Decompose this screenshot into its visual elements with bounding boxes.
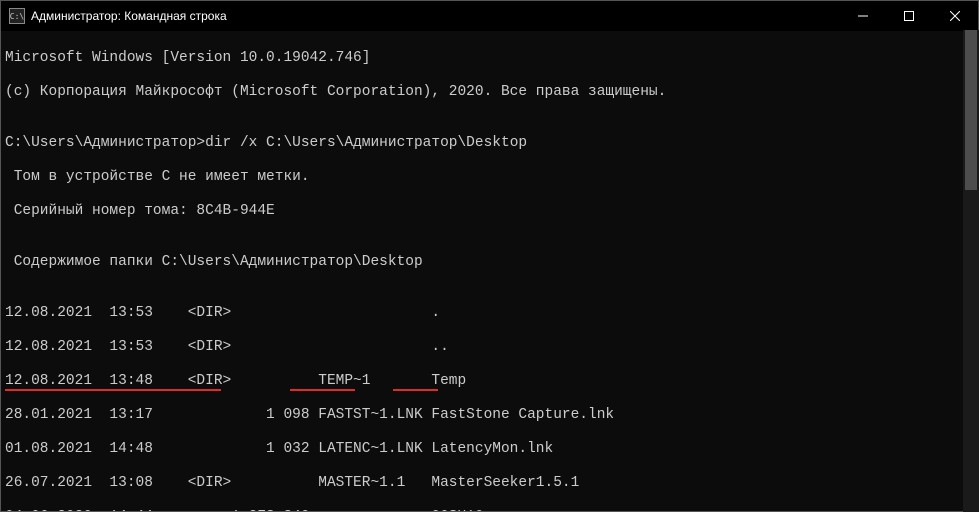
dir-row: 28.01.2021 13:17 1 098 FASTST~1.LNK Fast…	[5, 407, 974, 424]
dir-row: 01.08.2021 14:48 1 032 LATENC~1.LNK Late…	[5, 441, 974, 458]
vertical-scrollbar[interactable]	[963, 30, 979, 512]
dir-row: 26.07.2021 13:08 <DIR> MASTER~1.1 Master…	[5, 475, 974, 492]
volume-label-line: Том в устройстве C не имеет метки.	[5, 169, 974, 186]
titlebar[interactable]: C:\ Администратор: Командная строка	[1, 1, 978, 31]
minimize-icon	[858, 11, 868, 21]
maximize-button[interactable]	[886, 1, 932, 31]
directory-of-line: Содержимое папки C:\Users\Администратор\…	[5, 254, 974, 271]
dir-row: 12.08.2021 13:53 <DIR> ..	[5, 339, 974, 356]
maximize-icon	[904, 11, 914, 21]
dir-row-highlighted: 12.08.2021 13:48 <DIR> TEMP~1 Temp	[5, 373, 974, 390]
cmd-window: C:\ Администратор: Командная строка Micr…	[0, 0, 979, 512]
red-underline-icon	[393, 389, 438, 391]
cmd-icon: C:\	[9, 8, 25, 24]
banner-line: (c) Корпорация Майкрософт (Microsoft Cor…	[5, 84, 974, 101]
minimize-button[interactable]	[840, 1, 886, 31]
red-underline-icon	[5, 389, 221, 391]
red-underline-icon	[290, 389, 355, 391]
scrollbar-thumb[interactable]	[965, 30, 977, 190]
close-button[interactable]	[932, 1, 978, 31]
dir-row: 12.08.2021 13:53 <DIR> .	[5, 305, 974, 322]
dir-row: 04.06.2020 14:44 1 278 840 OOSU10.exe	[5, 509, 974, 511]
prompt-line: C:\Users\Администратор>dir /x C:\Users\А…	[5, 135, 974, 152]
prompt-command: dir /x C:\Users\Администратор\Desktop	[205, 135, 527, 151]
volume-serial-line: Серийный номер тома: 8C4B-944E	[5, 203, 974, 220]
window-title: Администратор: Командная строка	[31, 9, 227, 23]
terminal-output[interactable]: Microsoft Windows [Version 10.0.19042.74…	[1, 31, 978, 511]
dir-row-text: 12.08.2021 13:48 <DIR> TEMP~1 Temp	[5, 373, 466, 389]
close-icon	[950, 11, 960, 21]
prompt-path: C:\Users\Администратор>	[5, 135, 205, 151]
banner-line: Microsoft Windows [Version 10.0.19042.74…	[5, 50, 974, 67]
